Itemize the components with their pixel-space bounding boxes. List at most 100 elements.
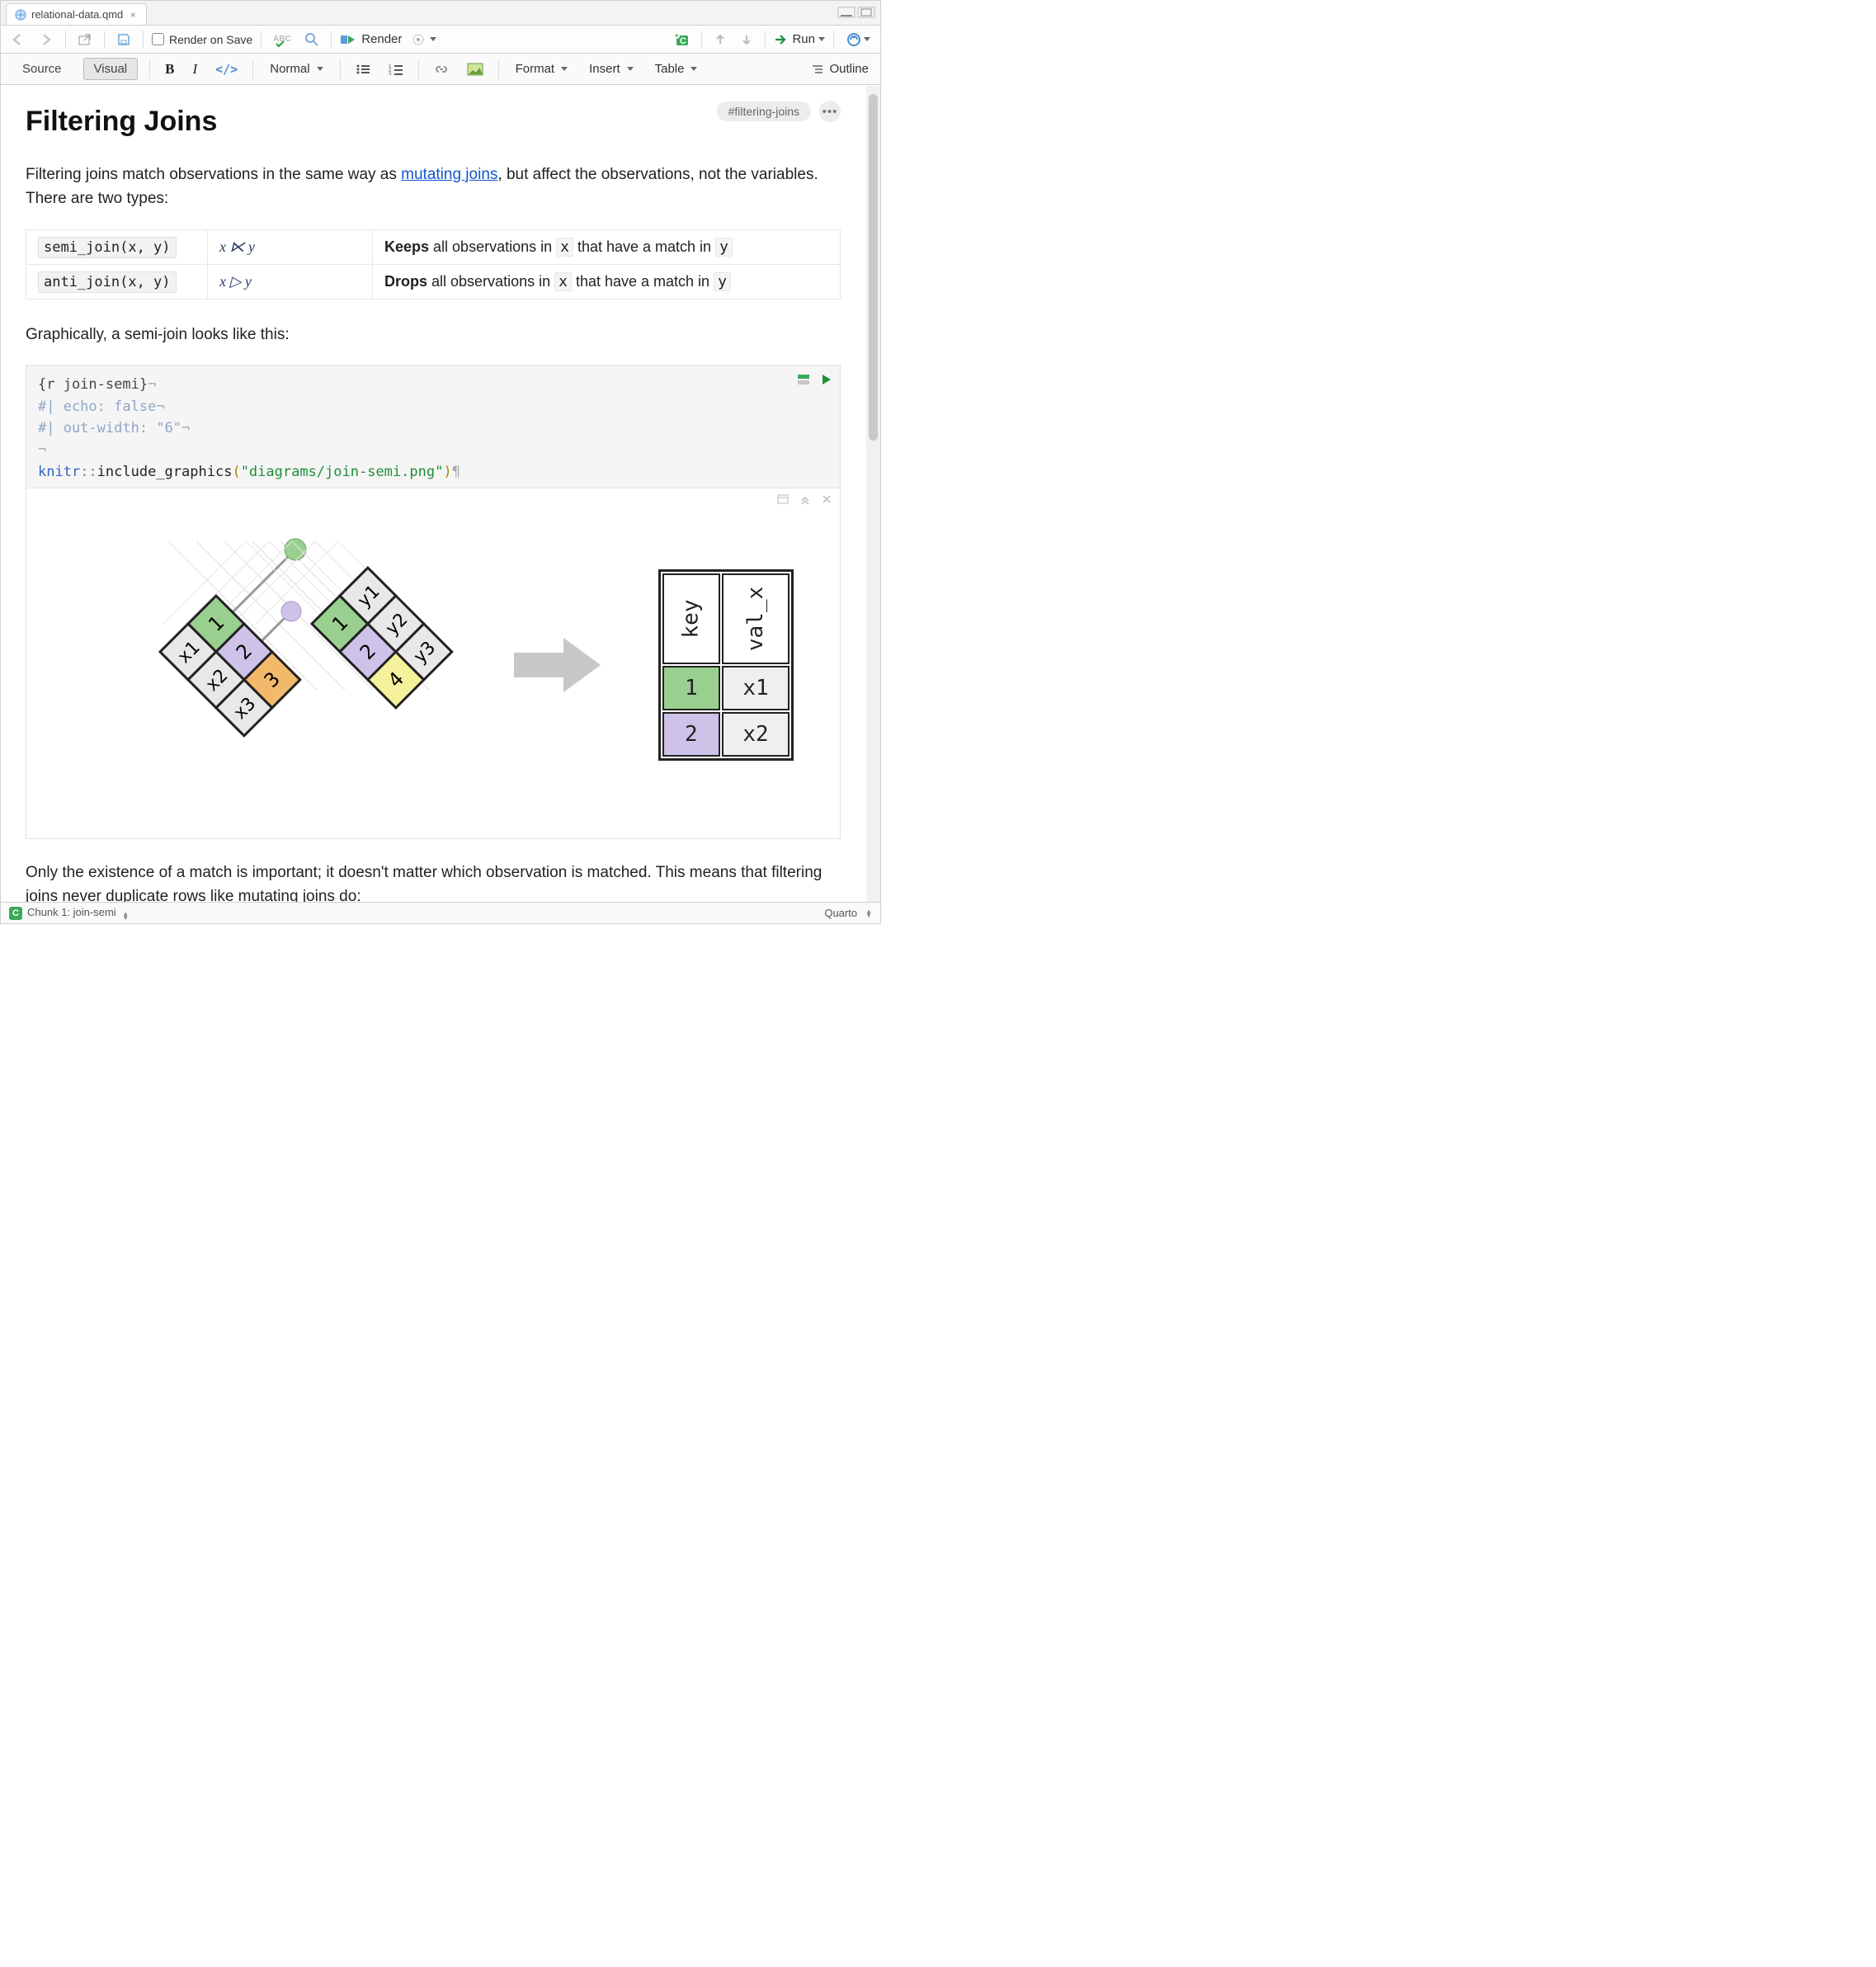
chunk-navigator[interactable]: Chunk 1: join-semi ▲▼ <box>27 906 129 920</box>
section-menu-button[interactable]: ••• <box>819 101 841 122</box>
bold-button[interactable]: B <box>162 59 177 79</box>
engine-stepper-icon: ▲▼ <box>865 909 872 917</box>
toolbar-separator <box>65 31 66 49</box>
svg-text:3: 3 <box>389 73 392 75</box>
render-icon <box>340 33 356 46</box>
visual-mode-button[interactable]: Visual <box>83 58 139 80</box>
table-row: 2 x2 <box>662 712 790 757</box>
table-menu[interactable]: Table <box>650 59 703 79</box>
status-bar: C Chunk 1: join-semi ▲▼ Quarto ▲▼ <box>1 902 880 923</box>
section2-text[interactable]: Graphically, a semi-join looks like this… <box>26 323 841 347</box>
section-header: Filtering Joins #filtering-joins ••• <box>26 101 841 154</box>
file-tab-label: relational-data.qmd <box>31 8 123 21</box>
document-viewport: Filtering Joins #filtering-joins ••• Fil… <box>1 86 865 902</box>
section-id-pill[interactable]: #filtering-joins <box>717 101 811 121</box>
run-button[interactable]: Run <box>774 32 825 46</box>
mutating-joins-link[interactable]: mutating joins <box>401 166 497 183</box>
render-on-save-label: Render on Save <box>169 33 252 46</box>
outline-button[interactable]: Outline <box>811 62 869 76</box>
toolbar-separator <box>833 31 834 49</box>
find-button[interactable] <box>301 31 323 49</box>
spellcheck-button[interactable]: ABC <box>270 31 295 49</box>
math-notation: x ▷ y <box>219 273 252 290</box>
page-title[interactable]: Filtering Joins <box>26 106 717 138</box>
result-table: key val_x 1 x1 2 x2 <box>658 569 794 761</box>
toolbar-separator <box>252 59 253 79</box>
toolbar-separator <box>104 31 105 49</box>
paragraph-style-value: Normal <box>270 62 309 76</box>
chunk-nav-stepper-icon: ▲▼ <box>122 912 129 920</box>
source-mode-button[interactable]: Source <box>12 59 72 79</box>
svg-text:+: + <box>675 32 679 40</box>
table-row: semi_join(x, y) x ⋉ y Keeps all observat… <box>26 229 841 264</box>
code-chunk[interactable]: {r join-semi}¬ #| echo: false¬ #| out-wi… <box>26 365 841 839</box>
result-header-val: val_x <box>743 587 768 651</box>
show-in-new-window-button[interactable] <box>74 31 96 48</box>
link-button[interactable] <box>431 62 452 77</box>
bullet-list-button[interactable] <box>352 62 374 77</box>
toolbar-separator <box>701 31 702 49</box>
section3-text[interactable]: Only the existence of a match is importa… <box>26 861 841 902</box>
run-label: Run <box>792 32 815 46</box>
tab-strip: relational-data.qmd × <box>1 1 880 26</box>
engine-label[interactable]: Quarto <box>824 907 857 919</box>
render-options-button[interactable] <box>408 31 440 48</box>
publish-button[interactable] <box>842 31 874 49</box>
result-cell-key: 2 <box>662 712 720 757</box>
paragraph-style-dropdown[interactable]: Normal <box>265 59 328 79</box>
render-label: Render <box>361 32 402 46</box>
code-format-button[interactable]: </> <box>212 60 241 78</box>
file-tab[interactable]: relational-data.qmd × <box>6 3 147 25</box>
document-body[interactable]: Filtering Joins #filtering-joins ••• Fil… <box>1 86 865 902</box>
expand-output-icon[interactable] <box>777 493 789 507</box>
render-on-save-checkbox[interactable]: Render on Save <box>152 33 252 46</box>
insert-chunk-button[interactable]: C+ <box>670 31 693 49</box>
outline-icon <box>811 64 824 75</box>
result-cell-key: 1 <box>662 666 720 710</box>
checkbox-icon <box>152 33 164 45</box>
pane-controls <box>837 0 880 25</box>
toolbar-separator <box>149 59 150 79</box>
render-button[interactable]: Render <box>340 32 402 46</box>
table-row: anti_join(x, y) x ▷ y Drops all observat… <box>26 264 841 299</box>
toolbar-separator <box>765 31 766 49</box>
join-semi-diagram: 1x12x23x31y12y24y3 key val_x <box>43 500 823 814</box>
image-button[interactable] <box>464 61 487 78</box>
insert-menu[interactable]: Insert <box>584 59 639 79</box>
scrollbar-thumb[interactable] <box>869 94 878 441</box>
run-chunk-icon[interactable] <box>822 370 832 392</box>
italic-button[interactable]: I <box>189 59 200 79</box>
close-tab-icon[interactable]: × <box>128 10 138 20</box>
numbered-list-button[interactable]: 123 <box>385 62 407 77</box>
go-next-chunk-button[interactable] <box>737 31 757 48</box>
go-prev-chunk-button[interactable] <box>710 31 730 48</box>
nav-back-button[interactable] <box>7 31 29 48</box>
svg-text:C: C <box>680 36 686 46</box>
run-icon <box>774 34 789 45</box>
save-button[interactable] <box>113 31 134 48</box>
semi-join-source-tables: 1x12x23x31y12y24y3 <box>73 517 460 814</box>
toolbar-separator <box>340 59 341 79</box>
minimize-pane-icon[interactable] <box>837 7 856 18</box>
format-menu[interactable]: Format <box>511 59 573 79</box>
result-cell-val: x1 <box>722 666 790 710</box>
chunk-badge-icon: C <box>9 907 22 920</box>
toolbar-separator <box>331 31 332 49</box>
maximize-pane-icon[interactable] <box>857 7 875 18</box>
vertical-scrollbar[interactable] <box>866 86 880 902</box>
toolbar-separator <box>143 31 144 49</box>
code-chunk-output: 1x12x23x31y12y24y3 key val_x <box>26 488 840 838</box>
editor-toolbar: Source Visual B I </> Normal 123 Format … <box>1 54 880 85</box>
clear-output-icon[interactable] <box>822 493 832 507</box>
chunk-options-icon[interactable] <box>797 370 810 392</box>
collapse-output-icon[interactable] <box>800 493 810 507</box>
code-chunk-source[interactable]: {r join-semi}¬ #| echo: false¬ #| out-wi… <box>26 366 840 488</box>
intro-paragraph[interactable]: Filtering joins match observations in th… <box>26 163 841 211</box>
toolbar-separator <box>498 59 499 79</box>
join-types-table[interactable]: semi_join(x, y) x ⋉ y Keeps all observat… <box>26 229 841 300</box>
toolbar-separator <box>261 31 262 49</box>
nav-forward-button[interactable] <box>35 31 57 48</box>
func-chip: anti_join(x, y) <box>38 271 177 293</box>
app-window: relational-data.qmd × Render on Save ABC… <box>0 0 881 924</box>
file-toolbar: Render on Save ABC Render C+ Run <box>1 26 880 54</box>
